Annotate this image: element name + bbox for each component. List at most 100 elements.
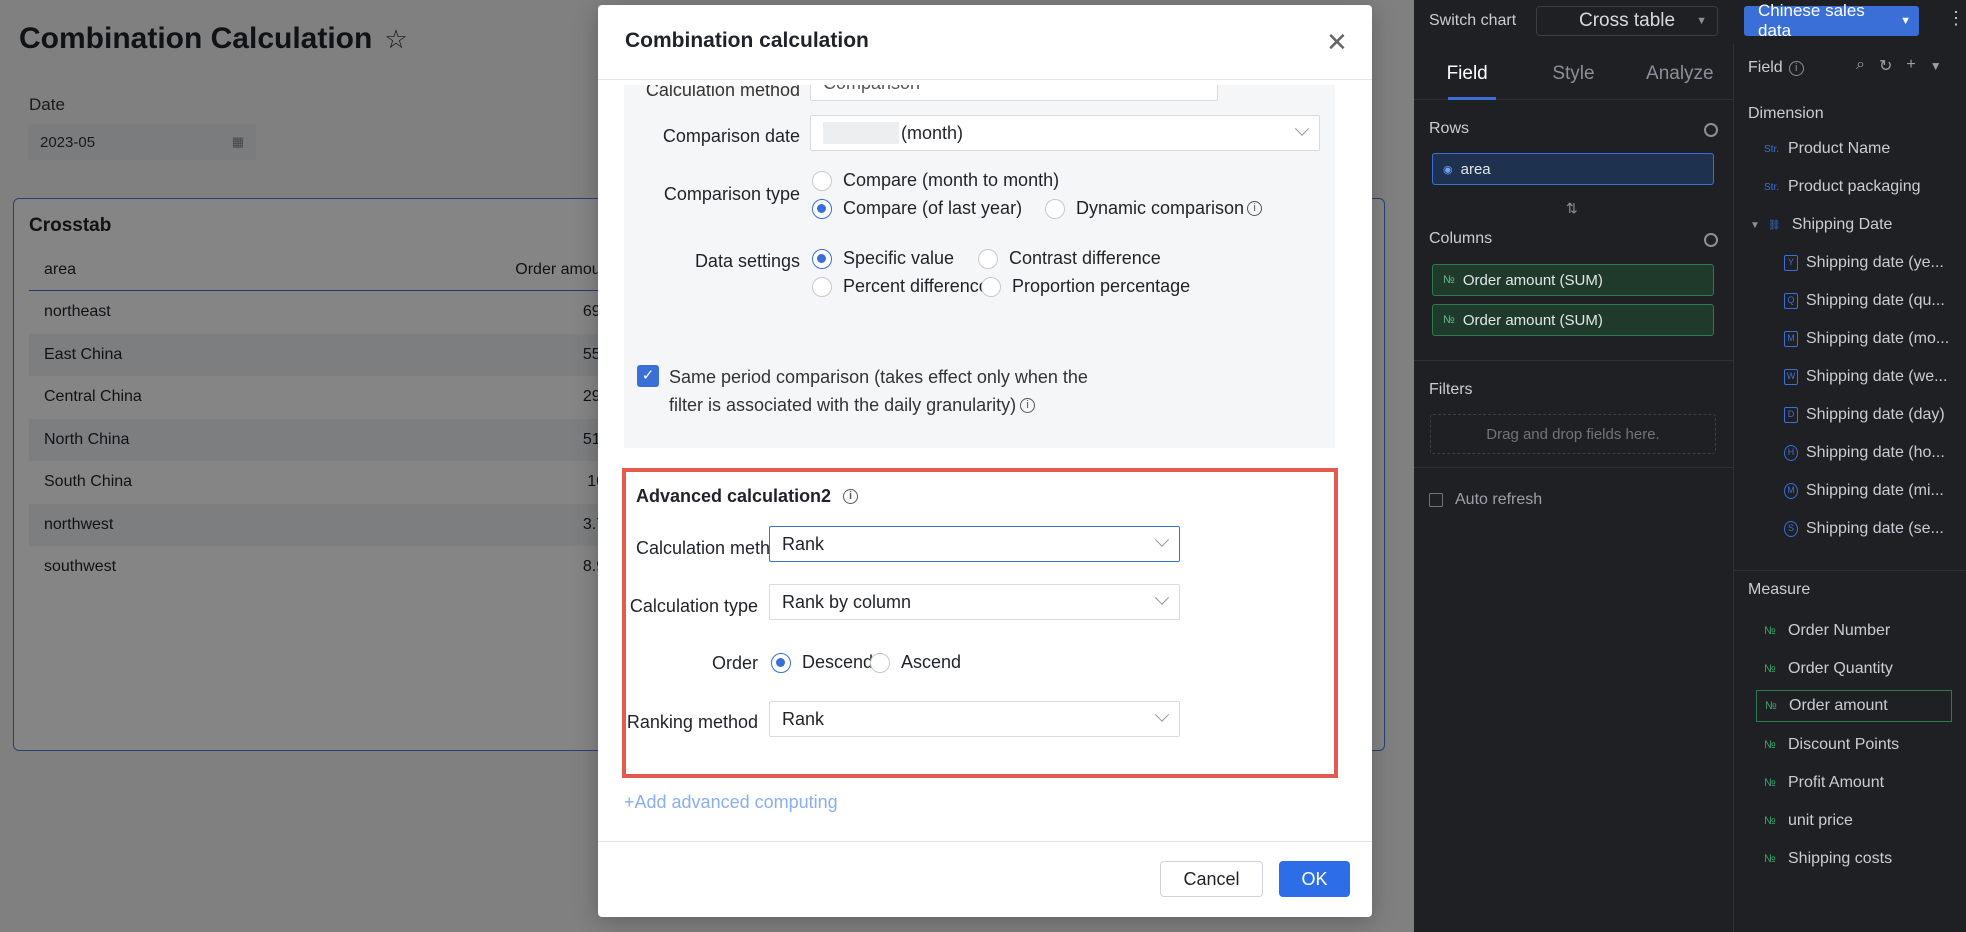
same-period-text: Same period comparison (takes effect onl… [669,363,1088,419]
tab-field[interactable]: Field [1414,44,1520,99]
same-period-checkbox[interactable]: ✓ [637,365,659,387]
field-item[interactable]: № Profit Amount [1764,774,1884,792]
field-item[interactable]: № Shipping costs [1764,850,1892,868]
ranking-method-value: Rank [782,708,825,729]
radio-specific-value[interactable]: Specific value [812,248,954,269]
ok-button[interactable]: OK [1279,861,1350,897]
radio-percent-difference[interactable]: Percent difference [812,276,989,297]
field-item[interactable]: H Shipping date (ho... [1784,444,1945,462]
swap-icon[interactable]: ⇅ [1566,200,1578,217]
info-icon[interactable]: i [1020,397,1036,413]
info-icon[interactable]: i [1788,60,1804,76]
radio-descend[interactable]: Descend [771,652,873,673]
calc-method-select[interactable]: Comparison [810,85,1218,101]
field-item[interactable]: № Discount Points [1764,736,1899,754]
radio-circle [978,248,998,269]
tab-analyze[interactable]: Analyze [1627,44,1733,99]
calc2-header: Advanced calculation2 i [636,486,859,507]
radio-circle-selected [812,198,832,219]
caret-down-icon[interactable]: ▼ [1930,56,1942,76]
caret-down-icon: ▼ [1900,15,1911,27]
field-item[interactable]: Str. Product Name [1764,140,1890,158]
info-icon[interactable]: i [1247,201,1263,216]
string-icon: Str. [1764,143,1780,155]
radio-label: Contrast difference [1009,248,1161,268]
refresh-icon[interactable]: ↻ [1879,56,1892,76]
radio-ascend[interactable]: Ascend [870,652,961,673]
radio-dynamic-comparison[interactable]: Dynamic comparison i [1045,198,1263,219]
calc-method-label: Calculation method [645,85,800,100]
field-item[interactable]: Y Shipping date (ye... [1784,254,1944,272]
config-tabs: Field Style Analyze [1414,44,1733,100]
add-icon[interactable]: + [1906,56,1915,76]
string-icon: Str. [1764,181,1780,193]
field-item[interactable]: № unit price [1764,812,1853,830]
radio-circle [812,170,832,191]
field-list-title: Field [1748,59,1783,76]
comparison-date-select[interactable]: (month) [810,115,1320,151]
filters-drop-zone[interactable]: Drag and drop fields here. [1430,414,1716,454]
gear-icon[interactable] [1704,233,1718,247]
measure-label: Measure [1748,581,1811,598]
field-item[interactable]: № Order Quantity [1764,660,1893,678]
number-icon: № [1764,815,1776,827]
field-list-header: Field i [1748,59,1804,77]
radio-circle-selected [812,248,832,269]
number-icon: № [1764,777,1776,789]
calc-type-value: Rank by column [782,591,912,612]
editor-topbar: Switch chart Cross table ▼ Chinese sales… [1414,0,1966,44]
field-item[interactable]: M Shipping date (mi... [1784,482,1944,500]
auto-refresh-checkbox[interactable] [1429,493,1443,507]
columns-field-pill[interactable]: № Order amount (SUM) [1432,264,1714,296]
number-icon: № [1764,625,1776,637]
field-item-group[interactable]: ▼ ⛓ Shipping Date [1750,216,1892,234]
calc-method-select[interactable]: Rank [769,526,1180,562]
chart-type-value: Cross table [1579,10,1676,31]
radio-contrast-difference[interactable]: Contrast difference [978,248,1161,269]
date-second-icon: S [1784,521,1798,537]
dataset-select[interactable]: Chinese sales data ▼ [1744,1,1919,40]
close-icon[interactable]: ✕ [1326,29,1348,55]
comparison-date-label: Comparison date [662,126,800,146]
radio-proportion-percentage[interactable]: Proportion percentage [981,276,1190,297]
field-item[interactable]: Q Shipping date (qu... [1784,292,1945,310]
radio-compare-last-year[interactable]: Compare (of last year) [812,198,1022,219]
columns-field-pill[interactable]: № Order amount (SUM) [1432,304,1714,336]
info-icon[interactable]: i [843,489,859,504]
more-icon[interactable]: ⋮ [1947,8,1965,29]
gear-icon[interactable] [1704,123,1718,137]
advanced-calculation-2: Advanced calculation2 i Calculation meth… [622,468,1338,778]
chart-type-select[interactable]: Cross table ▼ [1536,6,1718,36]
auto-refresh-toggle[interactable]: Auto refresh [1429,491,1542,509]
field-label: Order amount [1789,697,1888,714]
radio-circle-selected [771,652,791,673]
radio-label: Specific value [843,248,955,268]
field-label: Shipping costs [1788,850,1893,867]
field-item[interactable]: M Shipping date (mo... [1784,330,1949,348]
rows-label: Rows [1429,120,1470,137]
field-item[interactable]: S Shipping date (se... [1784,520,1944,538]
radio-label: Descend [802,652,874,672]
search-icon[interactable]: ⌕ [1856,56,1865,76]
rows-field-pill[interactable]: ◉ area [1432,153,1714,185]
field-item[interactable]: Str. Product packaging [1764,178,1921,196]
field-item[interactable]: W Shipping date (we... [1784,368,1947,386]
field-item[interactable]: № Order Number [1764,622,1890,640]
add-advanced-computing-link[interactable]: +Add advanced computing [624,792,838,813]
divider [1414,467,1734,468]
date-day-icon: D [1784,407,1798,423]
radio-compare-month[interactable]: Compare (month to month) [812,170,1059,191]
divider [1734,570,1966,571]
cancel-button[interactable]: Cancel [1160,861,1263,897]
calc-type-select[interactable]: Rank by column [769,584,1180,620]
field-item[interactable]: D Shipping date (day) [1784,406,1945,424]
divider [1414,360,1734,361]
chevron-down-icon [1294,121,1310,136]
tab-style[interactable]: Style [1520,44,1626,99]
field-label: Shipping date (qu... [1806,292,1945,309]
field-label: Shipping date (ho... [1806,444,1945,461]
field-item-selected[interactable]: № Order amount [1756,690,1952,722]
calc2-title: Advanced calculation2 [636,486,832,506]
ranking-method-select[interactable]: Rank [769,701,1180,737]
divider [598,79,1372,80]
